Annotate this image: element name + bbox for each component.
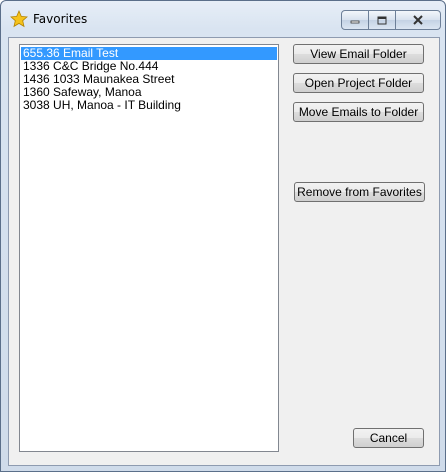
cancel-button[interactable]: Cancel <box>353 428 424 448</box>
open-project-folder-button[interactable]: Open Project Folder <box>293 73 424 93</box>
star-icon <box>10 9 28 28</box>
minimize-button[interactable] <box>341 10 369 30</box>
favorites-list[interactable]: 655.36 Email Test 1336 C&C Bridge No.444 1… <box>19 44 279 452</box>
favorites-window: Favorites 655.36 Email Test1336 C&C Bri <box>0 0 446 472</box>
maximize-icon <box>377 16 387 24</box>
remove-from-favorites-button[interactable]: Remove from Favorites <box>294 182 425 202</box>
move-emails-to-folder-button[interactable]: Move Emails to Folder <box>293 102 424 122</box>
caption-buttons <box>341 10 441 30</box>
dialog-client-area: 655.36 Email Test 1336 C&C Bridge No.444 1… <box>8 37 440 466</box>
minimize-icon <box>350 20 360 24</box>
window-title: Favorites <box>33 12 88 26</box>
close-icon <box>413 15 423 25</box>
view-email-folder-button[interactable]: View Email Folder <box>293 44 424 64</box>
title-bar[interactable]: Favorites <box>1 1 445 37</box>
list-item[interactable]: 3038 UH, Manoa - IT Building <box>21 99 277 112</box>
maximize-button[interactable] <box>369 10 396 30</box>
close-button[interactable] <box>396 10 441 30</box>
